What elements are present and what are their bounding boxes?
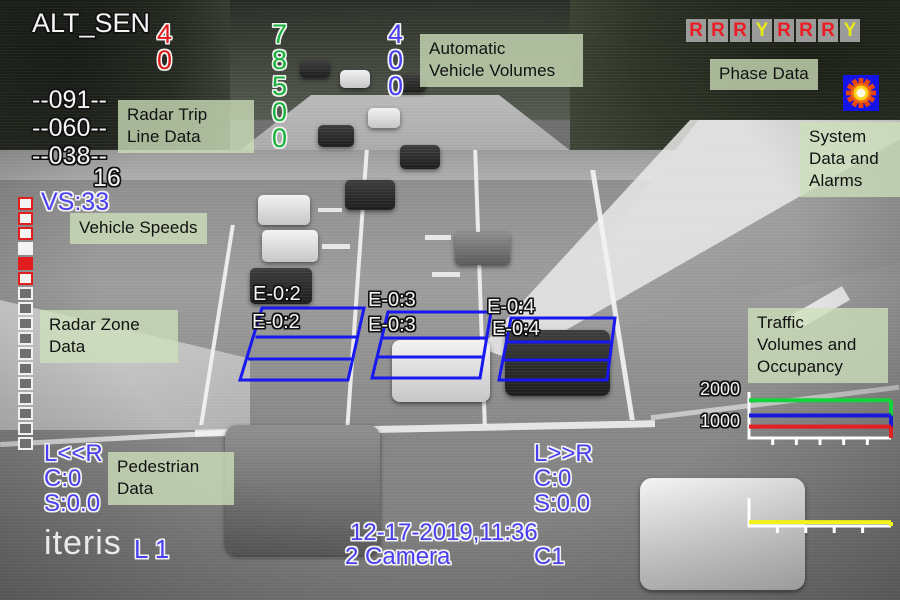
chart-ytick-2000: 2000 [700, 379, 741, 399]
radar-zone-cell-17[interactable] [18, 437, 33, 450]
vehicle [340, 70, 370, 88]
callout-system-data-alarms: System Data and Alarms [800, 122, 900, 198]
text-line: Traffic [757, 313, 804, 332]
text-line: System [809, 127, 867, 146]
lane-dash [432, 272, 460, 277]
radar-zone-cell-7[interactable] [18, 287, 33, 300]
phase-data-row[interactable]: RRRYRRRY [686, 19, 860, 42]
radar-zone-cell-9[interactable] [18, 317, 33, 330]
detection-zone-3-top-label: E-0:4 [487, 296, 535, 318]
detection-zone-2-inner-label: E-0:3 [368, 314, 416, 336]
brand-logo: iteris [44, 524, 122, 562]
text-line: Radar Trip [127, 105, 208, 124]
callout-traffic-volumes: Traffic Volumes and Occupancy [748, 308, 888, 384]
phase-indicator-1[interactable]: R [686, 19, 706, 42]
phase-indicator-7[interactable]: R [818, 19, 838, 42]
lane-dash [318, 208, 342, 212]
radar-zone-cell-15[interactable] [18, 407, 33, 420]
vehicle [262, 230, 318, 262]
detection-zone-2-top-label: E-0:3 [368, 289, 416, 311]
chart-ytick-1000: 1000 [700, 411, 741, 431]
detection-zone-1-top-label: E-0:2 [253, 283, 301, 305]
text-line: Alarms [809, 171, 863, 191]
vehicle [400, 145, 440, 169]
phase-indicator-6[interactable]: R [796, 19, 816, 42]
text-line: Data [49, 337, 86, 357]
callout-radar-trip-line: Radar Trip Line Data [118, 100, 254, 154]
text-line: Volumes and [757, 335, 857, 355]
volume-column-green: 78500 [272, 21, 288, 153]
lane-dash [425, 235, 451, 240]
radar-trip-line-value-2: --060-- [32, 114, 108, 142]
volume-column-green-digit-2: 8 [272, 44, 288, 75]
page-title: ALT_SEN [32, 8, 151, 38]
text-line: Radar Zone [49, 315, 140, 334]
traffic-camera-view: ALT_SEN --091-- --060-- --038-- 16 Radar… [0, 0, 900, 600]
pedestrian-right-direction: L>>R [534, 440, 593, 467]
phase-indicator-5[interactable]: R [774, 19, 794, 42]
volume-column-red: 40 [157, 21, 173, 75]
vehicle [368, 108, 400, 128]
radar-trip-line-value-1: --091-- [32, 86, 108, 114]
detection-zone-1-inner-label: E-0:2 [252, 311, 300, 333]
text-line: Data and [809, 149, 879, 169]
callout-pedestrian-data: Pedestrian Data [108, 452, 234, 506]
vehicle [318, 125, 354, 147]
radar-zone-cell-1[interactable] [18, 197, 33, 210]
camera-label: 2 Camera [345, 543, 451, 570]
radar-zone-cell-11[interactable] [18, 347, 33, 360]
traffic-volumes-chart[interactable] [745, 388, 895, 452]
text-line: Line Data [127, 127, 201, 147]
vehicle [345, 180, 395, 210]
radar-zone-cell-10[interactable] [18, 332, 33, 345]
radar-zone-cell-13[interactable] [18, 377, 33, 390]
pedestrian-left-count: C:0 [44, 465, 82, 492]
phase-indicator-3[interactable]: R [730, 19, 750, 42]
phase-indicator-4[interactable]: Y [752, 19, 772, 42]
volume-column-green-digit-3: 5 [272, 70, 288, 101]
channel-label: C1 [534, 543, 565, 570]
lane-dash [322, 244, 350, 249]
pedestrian-right-speed: S:0.0 [534, 490, 591, 517]
text-line: Data [117, 479, 154, 499]
sun-alarm-icon[interactable] [843, 75, 879, 111]
occupancy-chart[interactable] [745, 494, 895, 540]
vehicle [455, 232, 510, 265]
volume-column-red-digit-2: 0 [157, 44, 173, 75]
radar-zone-cell-4[interactable] [18, 242, 33, 255]
phase-indicator-2[interactable]: R [708, 19, 728, 42]
volume-column-green-digit-4: 0 [272, 96, 288, 127]
volume-column-blue: 400 [388, 21, 404, 101]
detection-zone-3-inner-label: E-0:4 [492, 318, 540, 340]
vehicle [258, 195, 310, 225]
text-line: Occupancy [757, 357, 843, 377]
pedestrian-right-count: C:0 [534, 465, 572, 492]
callout-phase-data: Phase Data [710, 59, 818, 91]
radar-zone-cell-12[interactable] [18, 362, 33, 375]
text-line: Vehicle Volumes [429, 61, 556, 81]
radar-zone-column[interactable] [18, 197, 33, 450]
volume-column-green-digit-5: 0 [272, 122, 288, 153]
radar-zone-cell-3[interactable] [18, 227, 33, 240]
callout-vehicle-speeds: Vehicle Speeds [70, 213, 207, 245]
radar-zone-cell-16[interactable] [18, 422, 33, 435]
radar-zone-cell-2[interactable] [18, 212, 33, 225]
text-line: Pedestrian [117, 457, 200, 476]
radar-zone-cell-8[interactable] [18, 302, 33, 315]
volume-column-blue-digit-3: 0 [388, 70, 404, 101]
lane-label: L 1 [134, 534, 170, 564]
vehicle [300, 60, 330, 78]
volume-column-blue-digit-2: 0 [388, 44, 404, 75]
phase-indicator-8[interactable]: Y [840, 19, 860, 42]
callout-automatic-vehicle-volumes: Automatic Vehicle Volumes [420, 34, 583, 88]
radar-zone-cell-6[interactable] [18, 272, 33, 285]
text-line: Automatic [429, 39, 506, 58]
pedestrian-left-direction: L<<R [44, 440, 103, 467]
radar-zone-cell-5[interactable] [18, 257, 33, 270]
callout-radar-zone: Radar Zone Data [40, 310, 178, 364]
radar-zone-cell-14[interactable] [18, 392, 33, 405]
pedestrian-left-speed: S:0.0 [44, 490, 101, 517]
